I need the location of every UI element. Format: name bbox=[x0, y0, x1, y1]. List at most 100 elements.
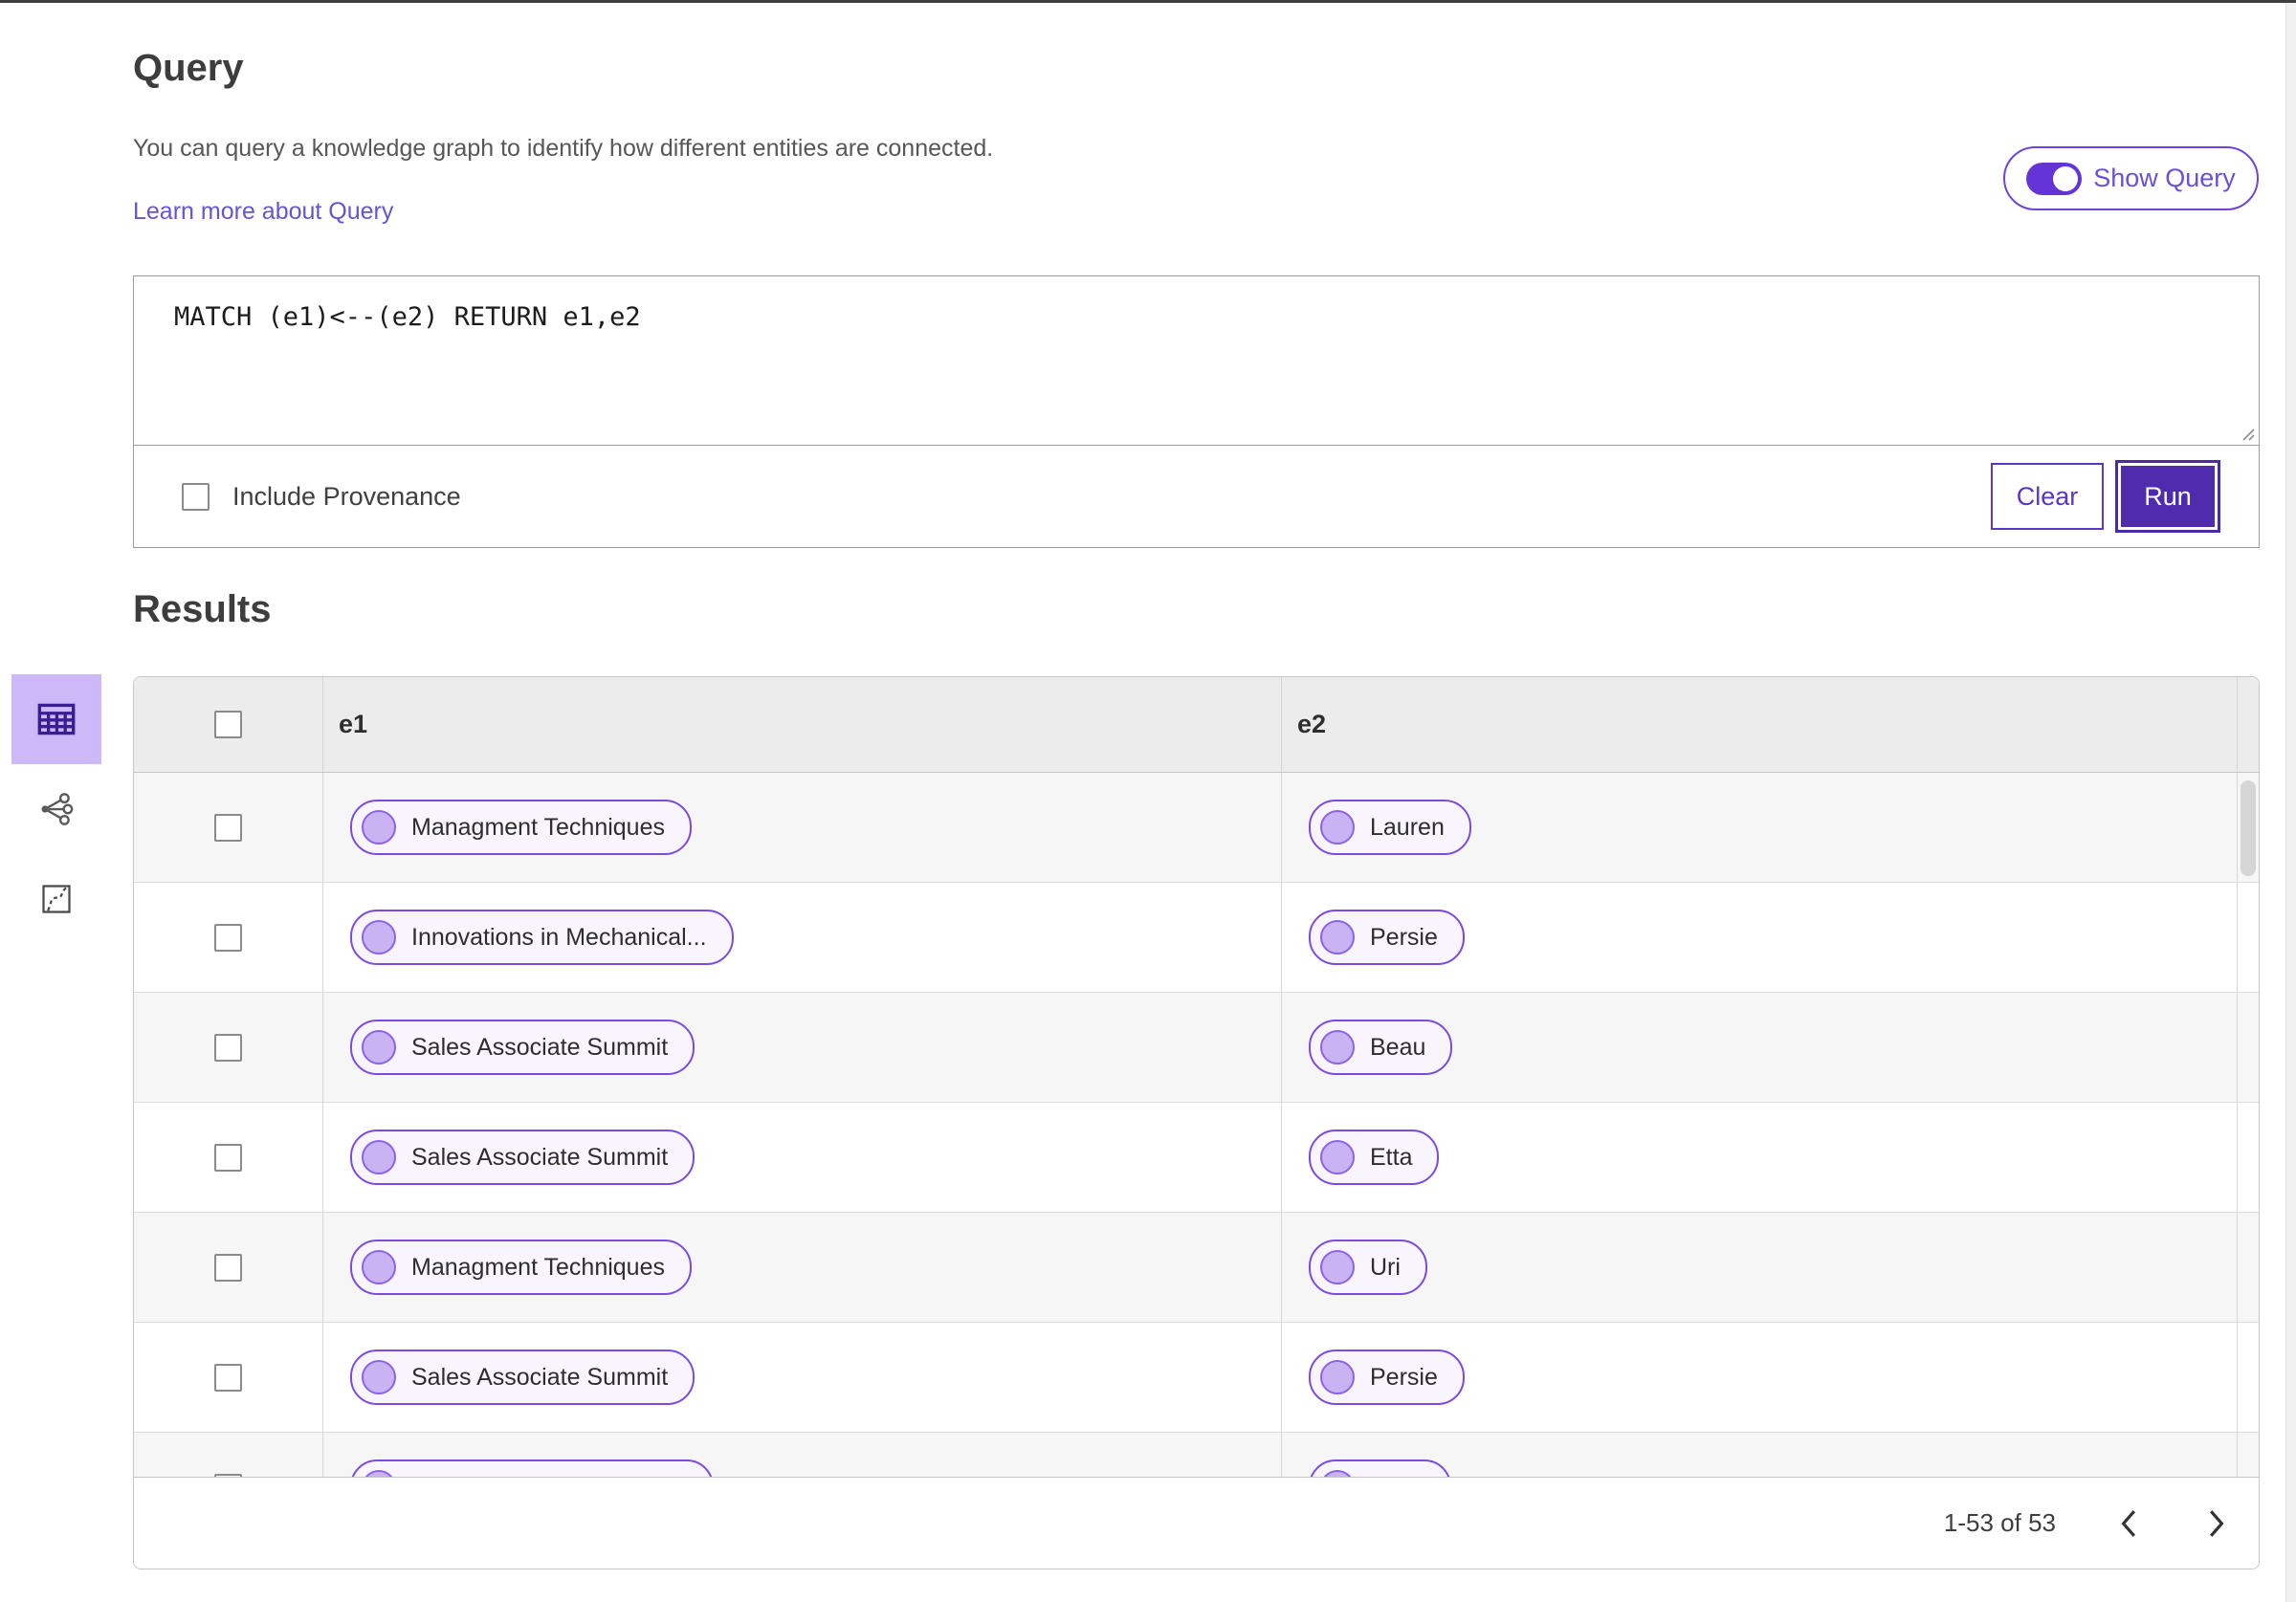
toggle-on-icon[interactable] bbox=[2026, 162, 2083, 195]
table-footer: 1-53 of 53 bbox=[134, 1477, 2259, 1569]
select-all-checkbox[interactable] bbox=[214, 711, 242, 738]
row-checkbox[interactable] bbox=[214, 1143, 242, 1172]
entity-pill[interactable]: Innovations in Mechanical... bbox=[350, 910, 734, 965]
table-row: Innovations in Mechanical... Persie bbox=[134, 883, 2259, 993]
entity-pill[interactable]: Uri bbox=[1309, 1240, 1427, 1295]
entity-pill[interactable]: Beau bbox=[1309, 1020, 1453, 1075]
explore-view-button[interactable] bbox=[11, 854, 101, 944]
entity-label: Innovations in Mechanical bbox=[411, 1474, 687, 1478]
row-checkbox[interactable] bbox=[214, 1473, 242, 1477]
page-title: Query bbox=[133, 47, 244, 89]
query-editor[interactable]: MATCH (e1)<--(e2) RETURN e1,e2 bbox=[134, 276, 2259, 446]
network-icon bbox=[41, 793, 74, 825]
chevron-right-icon bbox=[2209, 1509, 2224, 1537]
entity-node-icon bbox=[362, 920, 396, 955]
entity-label: Sales Associate Summit bbox=[411, 1033, 669, 1061]
table-scrollbar-track bbox=[2238, 1323, 2259, 1432]
entity-label: Sales Associate Summit bbox=[411, 1143, 669, 1171]
row-checkbox[interactable] bbox=[214, 1033, 242, 1062]
pagination-range: 1-53 of 53 bbox=[1943, 1508, 2056, 1537]
row-checkbox[interactable] bbox=[214, 1363, 242, 1392]
query-text[interactable]: MATCH (e1)<--(e2) RETURN e1,e2 bbox=[134, 276, 2259, 332]
view-switcher bbox=[11, 674, 101, 944]
entity-pill[interactable]: Sales Associate Summit bbox=[350, 1130, 695, 1185]
table-row: Sales Associate Summit Persie bbox=[134, 1323, 2259, 1433]
table-row: Innovations in Mechanical Larry bbox=[134, 1433, 2259, 1477]
include-provenance-label: Include Provenance bbox=[232, 481, 461, 511]
table-scrollbar-track bbox=[2238, 1213, 2259, 1322]
table-scrollbar-track bbox=[2238, 883, 2259, 992]
entity-pill[interactable]: Innovations in Mechanical bbox=[350, 1459, 714, 1477]
column-header-e1[interactable]: e1 bbox=[323, 677, 1282, 772]
entity-node-icon bbox=[1320, 1360, 1355, 1394]
row-checkbox[interactable] bbox=[214, 1253, 242, 1282]
table-scrollbar-track bbox=[2238, 1103, 2259, 1212]
query-panel: MATCH (e1)<--(e2) RETURN e1,e2 Include P… bbox=[133, 275, 2260, 548]
table-row: Managment Techniques Lauren bbox=[134, 773, 2259, 883]
run-button[interactable]: Run bbox=[2121, 466, 2215, 527]
run-button-focus-ring: Run bbox=[2115, 460, 2220, 533]
table-scrollbar-track bbox=[2238, 993, 2259, 1102]
entity-node-icon bbox=[1320, 1140, 1355, 1174]
entity-label: Larry bbox=[1370, 1474, 1424, 1478]
entity-pill[interactable]: Lauren bbox=[1309, 800, 1471, 855]
entity-label: Persie bbox=[1370, 1363, 1438, 1391]
entity-label: Beau bbox=[1370, 1033, 1426, 1061]
explore-icon bbox=[42, 885, 71, 913]
page-scrollbar-track[interactable] bbox=[2285, 3, 2296, 1602]
entity-label: Etta bbox=[1370, 1143, 1413, 1171]
table-row: Managment Techniques Uri bbox=[134, 1213, 2259, 1323]
entity-pill[interactable]: Persie bbox=[1309, 910, 1465, 965]
entity-pill[interactable]: Sales Associate Summit bbox=[350, 1350, 695, 1405]
table-body: Managment Techniques Lauren Innovations … bbox=[134, 773, 2259, 1477]
entity-pill[interactable]: Managment Techniques bbox=[350, 1240, 692, 1295]
query-description: You can query a knowledge graph to ident… bbox=[133, 135, 994, 162]
row-checkbox[interactable] bbox=[214, 813, 242, 842]
toggle-knob bbox=[2053, 165, 2079, 191]
entity-label: Persie bbox=[1370, 923, 1438, 951]
resize-handle-icon[interactable] bbox=[2237, 423, 2256, 442]
results-table: e1 e2 Managment Techniques Lauren Innova… bbox=[133, 676, 2260, 1569]
entity-label: Managment Techniques bbox=[411, 813, 665, 841]
chevron-left-icon bbox=[2121, 1509, 2136, 1537]
table-row: Sales Associate Summit Beau bbox=[134, 993, 2259, 1103]
table-row: Sales Associate Summit Etta bbox=[134, 1103, 2259, 1213]
table-header-row: e1 e2 bbox=[134, 677, 2259, 773]
entity-node-icon bbox=[1320, 810, 1355, 845]
clear-button[interactable]: Clear bbox=[1991, 463, 2104, 530]
entity-pill[interactable]: Managment Techniques bbox=[350, 800, 692, 855]
learn-more-link[interactable]: Learn more about Query bbox=[133, 198, 393, 226]
table-scrollbar-track bbox=[2238, 677, 2259, 772]
entity-node-icon bbox=[362, 1470, 396, 1477]
entity-pill[interactable]: Sales Associate Summit bbox=[350, 1020, 695, 1075]
show-query-label: Show Query bbox=[2093, 164, 2236, 192]
show-query-toggle[interactable]: Show Query bbox=[2003, 146, 2259, 210]
entity-node-icon bbox=[1320, 1470, 1355, 1477]
column-header-e2[interactable]: e2 bbox=[1282, 677, 2238, 772]
query-panel-footer: Include Provenance Clear Run bbox=[134, 446, 2259, 547]
entity-label: Lauren bbox=[1370, 813, 1445, 841]
table-icon bbox=[37, 703, 76, 735]
entity-label: Managment Techniques bbox=[411, 1253, 665, 1281]
knowledge-graph-query-page: Query You can query a knowledge graph to… bbox=[0, 0, 2296, 1602]
entity-pill[interactable]: Persie bbox=[1309, 1350, 1465, 1405]
query-actions: Clear Run bbox=[1991, 460, 2220, 533]
pagination-next-button[interactable] bbox=[2203, 1508, 2228, 1539]
table-view-button[interactable] bbox=[11, 674, 101, 764]
entity-label: Uri bbox=[1370, 1253, 1401, 1281]
table-scrollbar-thumb[interactable] bbox=[2241, 780, 2256, 876]
row-checkbox[interactable] bbox=[214, 923, 242, 952]
entity-pill[interactable]: Etta bbox=[1309, 1130, 1440, 1185]
table-scrollbar-track bbox=[2238, 1433, 2259, 1477]
include-provenance-checkbox[interactable] bbox=[182, 482, 210, 511]
pagination-prev-button[interactable] bbox=[2117, 1508, 2142, 1539]
entity-label: Innovations in Mechanical... bbox=[411, 923, 707, 951]
entity-node-icon bbox=[1320, 1250, 1355, 1284]
entity-pill[interactable]: Larry bbox=[1309, 1459, 1451, 1477]
entity-node-icon bbox=[362, 810, 396, 845]
results-title: Results bbox=[133, 588, 272, 630]
entity-label: Sales Associate Summit bbox=[411, 1363, 669, 1391]
network-view-button[interactable] bbox=[11, 764, 101, 854]
entity-node-icon bbox=[1320, 1030, 1355, 1064]
entity-node-icon bbox=[362, 1250, 396, 1284]
